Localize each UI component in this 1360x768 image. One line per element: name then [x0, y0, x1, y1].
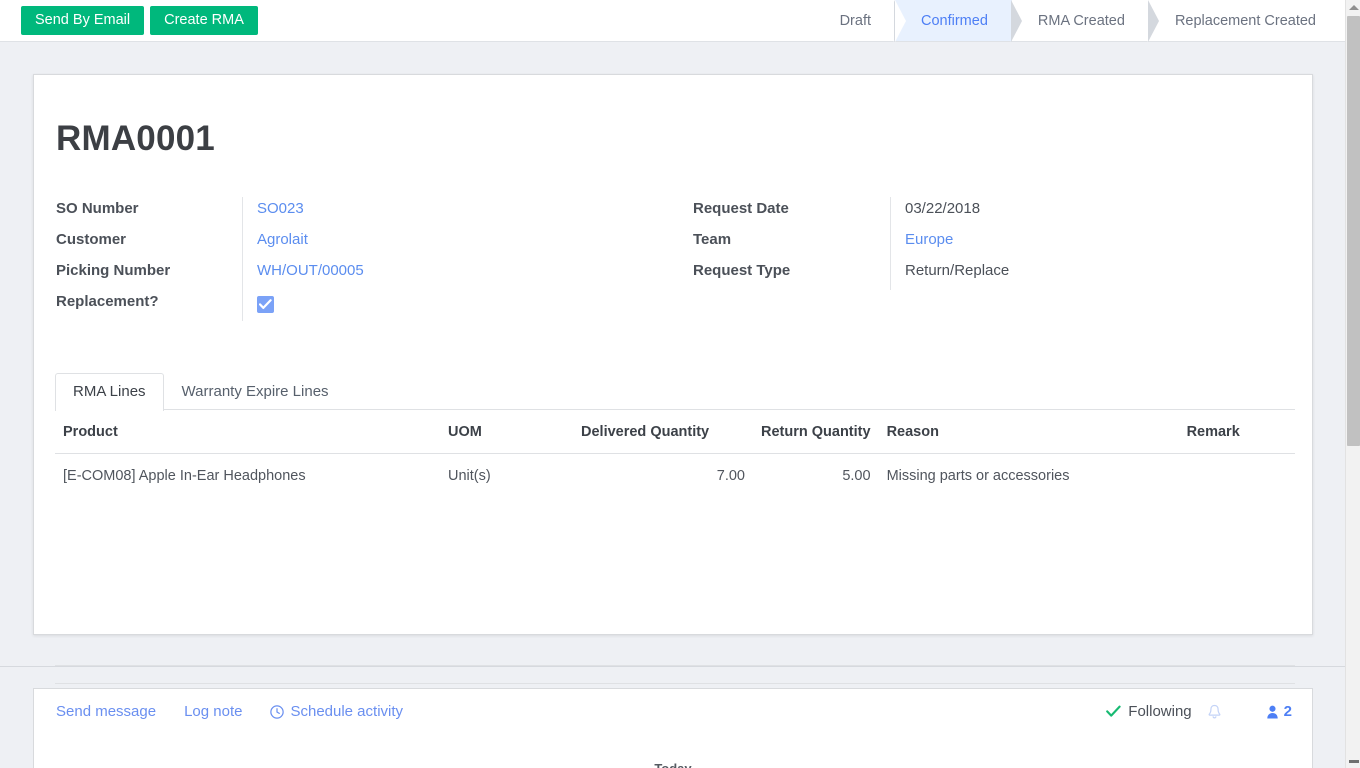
- chatter-panel: Send message Log note Schedule activity: [33, 688, 1313, 768]
- field-request-type: Request Type Return/Replace: [693, 259, 1296, 290]
- vertical-scrollbar[interactable]: [1345, 0, 1360, 768]
- field-label: SO Number: [56, 200, 139, 217]
- chatter-action-links: Send message Log note Schedule activity: [56, 703, 403, 720]
- scrollbar-thumb[interactable]: [1347, 16, 1360, 446]
- chatter-topbar: Send message Log note Schedule activity: [34, 689, 1312, 734]
- log-note-button[interactable]: Log note: [184, 703, 242, 720]
- statusbar-stage-confirmed[interactable]: Confirmed: [895, 0, 1022, 42]
- statusbar: Draft Confirmed RMA Created Replacement …: [813, 0, 1340, 42]
- user-icon: [1266, 705, 1278, 718]
- action-button-group: Send By Email Create RMA: [21, 5, 258, 36]
- picking-number-link[interactable]: WH/OUT/00005: [257, 262, 364, 279]
- chatter-separator: [0, 666, 1345, 667]
- clock-icon: [270, 704, 285, 719]
- form-sheet: RMA0001 SO Number SO023 Customer Agrolai…: [33, 74, 1313, 684]
- statusbar-arrow-notch: [895, 0, 906, 42]
- field-so-number: SO Number SO023: [56, 197, 676, 228]
- check-icon: [1106, 705, 1121, 717]
- field-request-date: Request Date 03/22/2018: [693, 197, 1296, 228]
- column-header-reason: Reason: [878, 410, 1179, 454]
- statusbar-stage-label: RMA Created: [1037, 12, 1125, 29]
- schedule-activity-label: Schedule activity: [290, 703, 404, 720]
- field-replacement: Replacement?: [56, 290, 676, 321]
- notebook: RMA Lines Warranty Expire Lines Product …: [55, 371, 1295, 497]
- team-link[interactable]: Europe: [905, 231, 953, 248]
- cell-return-quantity: 5.00: [842, 468, 871, 484]
- field-value[interactable]: 03/22/2018: [890, 197, 1296, 228]
- field-label: Customer: [56, 231, 127, 248]
- column-header-remark: Remark: [1178, 410, 1295, 454]
- odoo-form-view: Send By Email Create RMA Draft Confirmed…: [0, 0, 1360, 768]
- column-header-uom: UOM: [440, 410, 573, 454]
- field-label: Team: [693, 231, 732, 248]
- replacement-checkbox[interactable]: [257, 296, 274, 313]
- statusbar-stage-label: Draft: [839, 12, 871, 29]
- statusbar-stage-replacement-created[interactable]: Replacement Created: [1148, 0, 1340, 41]
- scroll-down-arrow-icon[interactable]: [1349, 760, 1359, 763]
- column-header-return-quantity: Return Quantity: [753, 410, 879, 454]
- cell-delivered-quantity: 7.00: [716, 468, 745, 484]
- followers-button[interactable]: 2: [1266, 703, 1292, 720]
- create-rma-button[interactable]: Create RMA: [150, 5, 258, 36]
- schedule-activity-button[interactable]: Schedule activity: [270, 703, 403, 720]
- field-picking-number: Picking Number WH/OUT/00005: [56, 259, 676, 290]
- statusbar-stage-label: Replacement Created: [1174, 12, 1316, 29]
- cell-product: [E-COM08] Apple In-Ear Headphones: [63, 468, 306, 484]
- so-number-link[interactable]: SO023: [257, 200, 304, 217]
- field-team: Team Europe: [693, 228, 1296, 259]
- cell-remark: [1179, 454, 1295, 498]
- form-fields: SO Number SO023 Customer Agrolait Pickin…: [56, 197, 1296, 321]
- field-value: [242, 290, 676, 321]
- cell-reason: Missing parts or accessories: [886, 468, 1070, 484]
- field-label: Picking Number: [56, 262, 171, 279]
- field-value[interactable]: Return/Replace: [890, 259, 1296, 290]
- field-value: Europe: [890, 228, 1296, 259]
- table-head: Product UOM Delivered Quantity Return Qu…: [55, 410, 1295, 454]
- check-icon: [259, 299, 272, 309]
- send-message-label: Send message: [56, 703, 157, 720]
- table-body: [E-COM08] Apple In-Ear Headphones Unit(s…: [55, 454, 1295, 498]
- bell-icon[interactable]: [1207, 704, 1222, 720]
- form-column-left: SO Number SO023 Customer Agrolait Pickin…: [56, 197, 676, 321]
- send-by-email-button[interactable]: Send By Email: [21, 5, 145, 36]
- form-column-right: Request Date 03/22/2018 Team Europe Requ…: [676, 197, 1296, 321]
- send-message-button[interactable]: Send message: [56, 703, 156, 720]
- field-value: Agrolait: [242, 228, 676, 259]
- field-label: Replacement?: [56, 293, 159, 310]
- statusbar-stage-draft[interactable]: Draft: [813, 0, 906, 42]
- field-customer: Customer Agrolait: [56, 228, 676, 259]
- following-label: Following: [1128, 703, 1192, 720]
- tab-warranty-expire-lines[interactable]: Warranty Expire Lines: [164, 373, 347, 410]
- chatter-date-separator: Today: [34, 761, 1312, 768]
- field-label: Request Date: [693, 200, 789, 217]
- page-title: RMA0001: [56, 119, 215, 158]
- following-button[interactable]: Following: [1106, 703, 1221, 720]
- column-header-product: Product: [55, 410, 440, 454]
- field-label: Request Type: [693, 262, 791, 279]
- cell-uom: Unit(s): [448, 468, 491, 484]
- statusbar-stage-label: Confirmed: [921, 12, 988, 29]
- table-header-row: Product UOM Delivered Quantity Return Qu…: [55, 410, 1295, 454]
- rma-lines-table: Product UOM Delivered Quantity Return Qu…: [55, 410, 1295, 497]
- scroll-up-arrow-icon[interactable]: [1349, 5, 1359, 10]
- table-row[interactable]: [E-COM08] Apple In-Ear Headphones Unit(s…: [55, 454, 1295, 498]
- followers-count: 2: [1283, 703, 1292, 720]
- notebook-tabs: RMA Lines Warranty Expire Lines: [55, 371, 1295, 411]
- column-header-delivered-quantity: Delivered Quantity: [573, 410, 753, 454]
- field-value: SO023: [242, 197, 676, 228]
- table-footer-rule-bottom: [55, 683, 1295, 684]
- chatter-follow-controls: Following 2: [1106, 689, 1292, 734]
- statusbar-stage-rma-created[interactable]: RMA Created: [1011, 0, 1159, 42]
- field-value: WH/OUT/00005: [242, 259, 676, 290]
- log-note-label: Log note: [184, 703, 243, 720]
- customer-link[interactable]: Agrolait: [257, 231, 308, 248]
- tab-rma-lines[interactable]: RMA Lines: [55, 373, 164, 411]
